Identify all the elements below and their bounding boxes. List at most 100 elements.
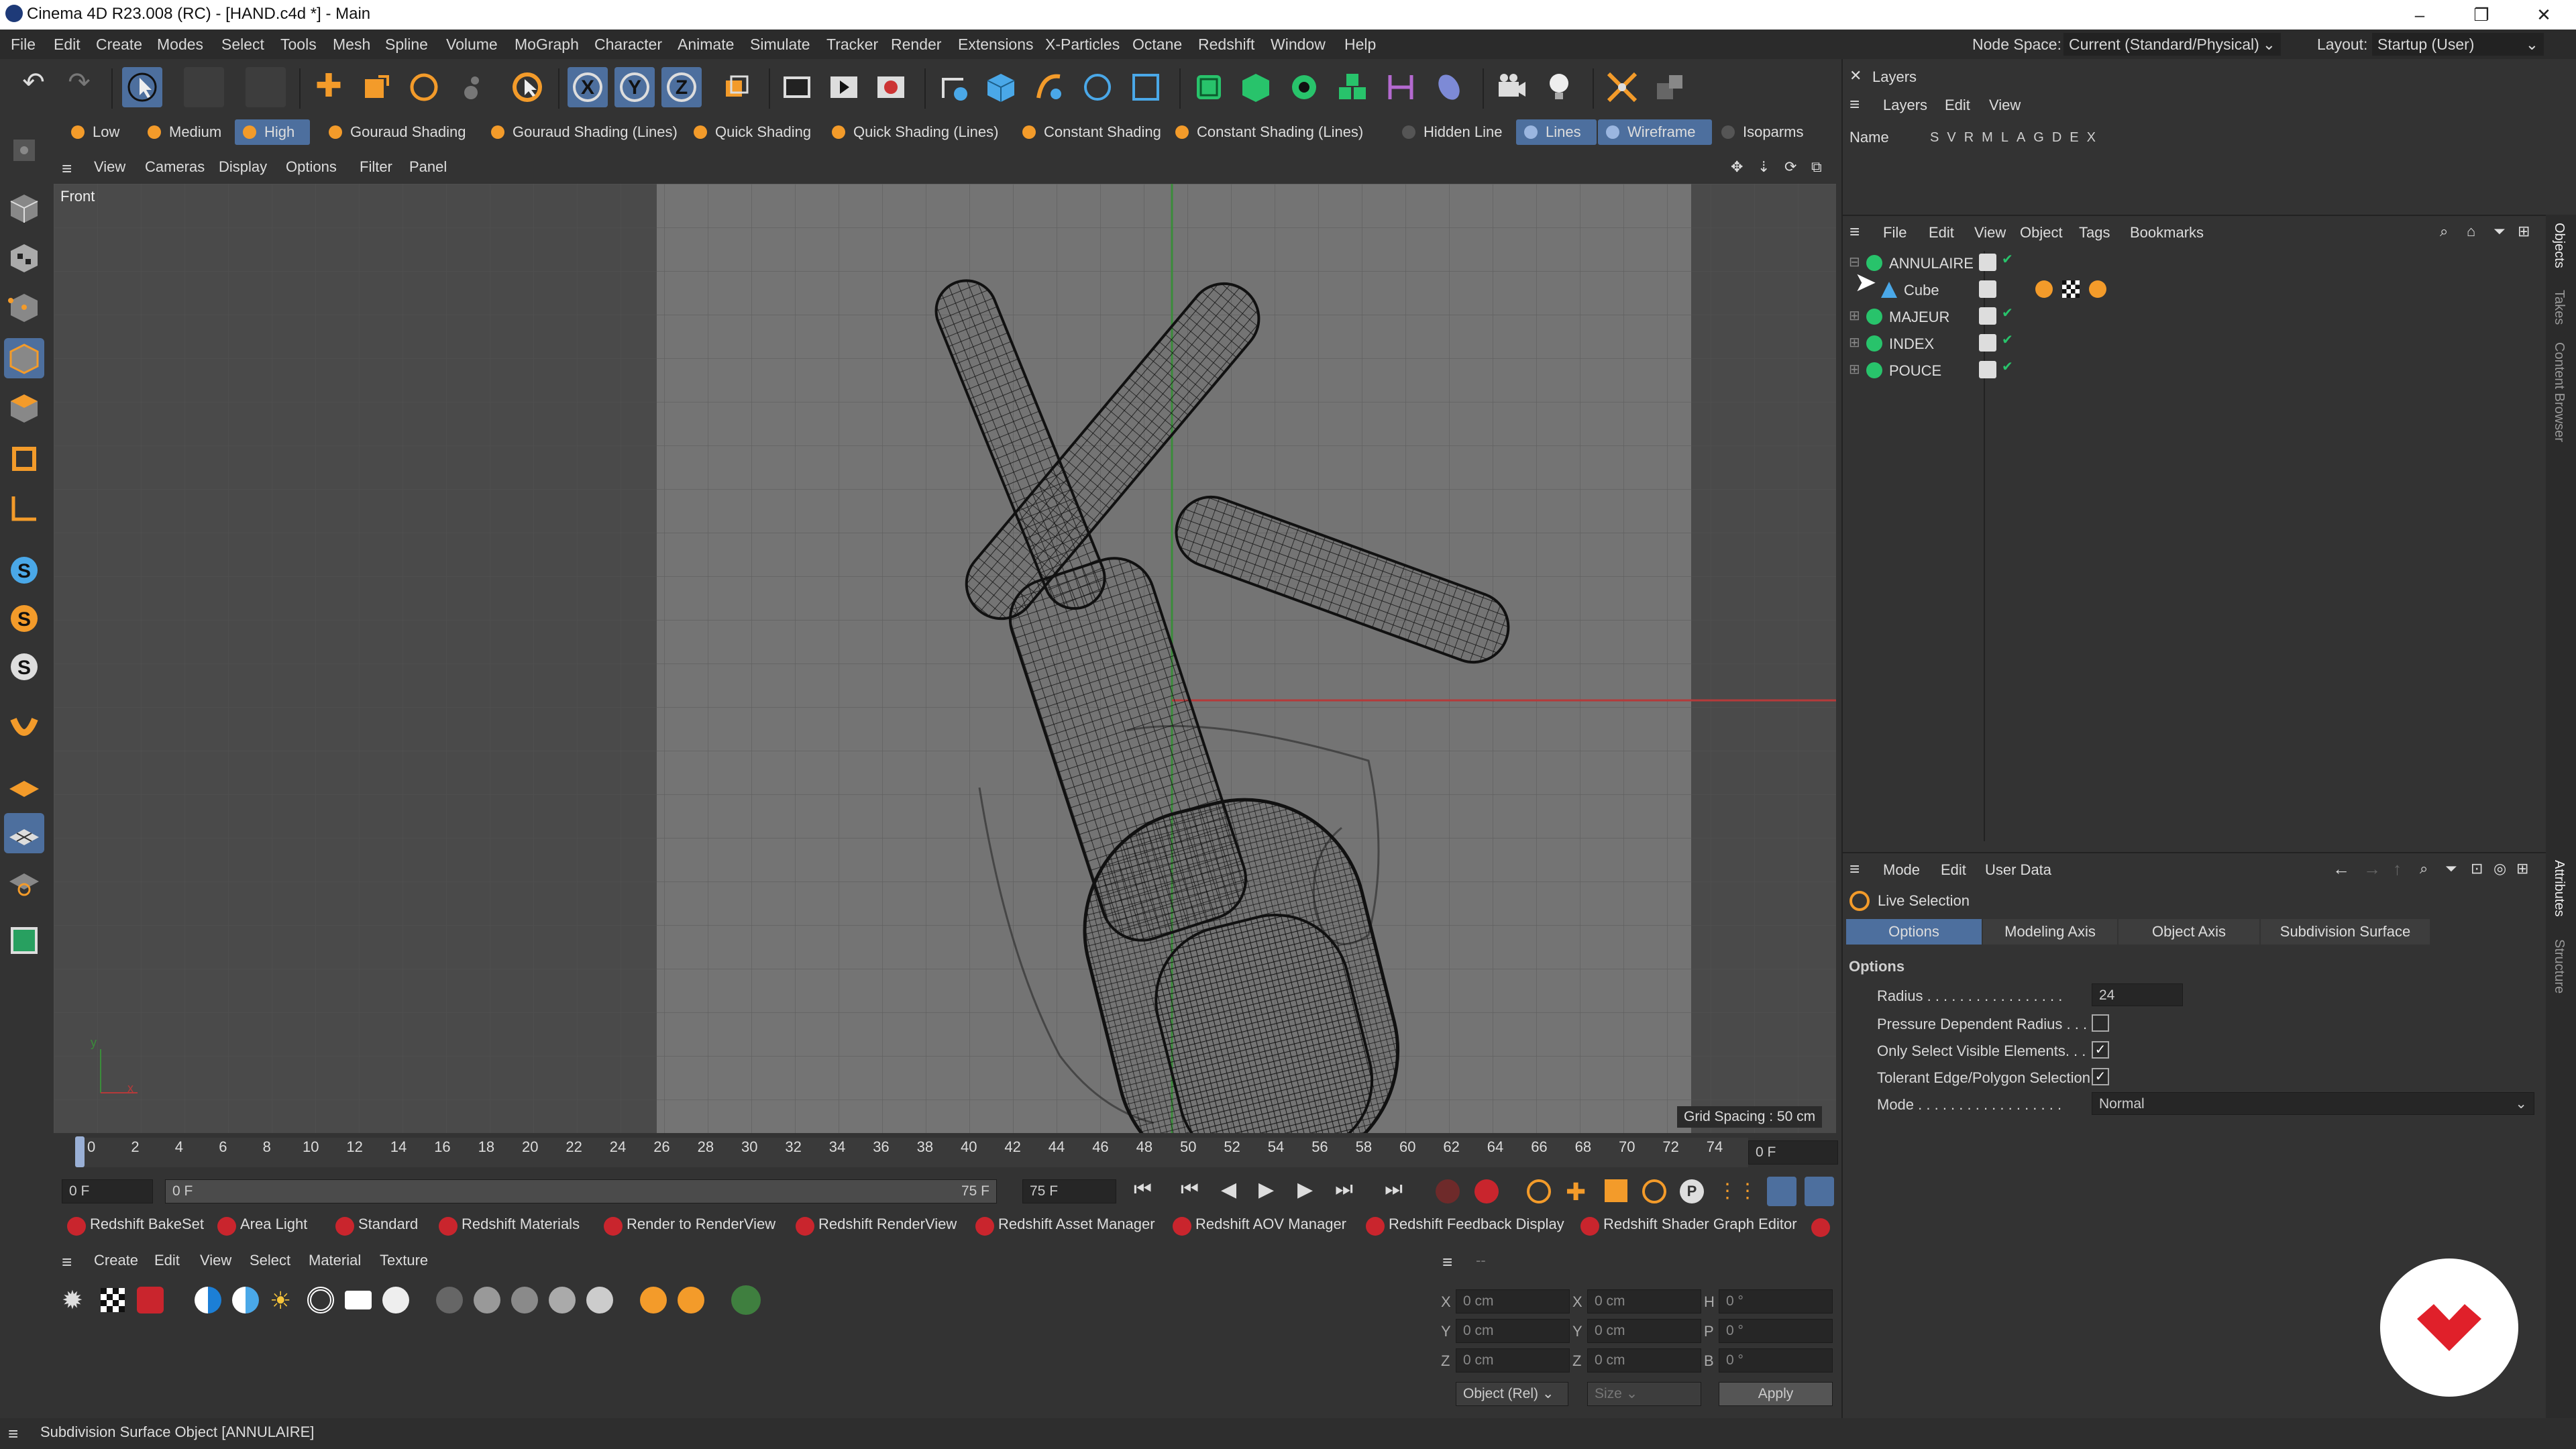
render-to-picture-viewer-icon[interactable] (824, 67, 864, 107)
enabled-check-icon[interactable]: ✔ (2002, 358, 2013, 375)
pos-z-field[interactable]: 0 cm (1456, 1348, 1570, 1373)
array-icon[interactable] (1332, 67, 1373, 107)
back-arrow-icon[interactable]: ← (2332, 859, 2350, 879)
menu-mesh[interactable]: Mesh (333, 36, 370, 54)
render-view-icon[interactable] (777, 67, 817, 107)
tab-content-browser[interactable]: Content Browser (2551, 342, 2567, 442)
area-light-button[interactable]: Area Light (212, 1216, 307, 1236)
timeline-playhead[interactable] (75, 1136, 85, 1167)
tab-structure[interactable]: Structure (2551, 939, 2567, 994)
redshift-extra-icon[interactable] (1811, 1218, 1830, 1237)
quick-shading-button[interactable]: Quick Shading (686, 119, 833, 145)
layers-menu-layers[interactable]: Layers (1883, 97, 1927, 114)
expand-icon[interactable]: ⊞ (1849, 361, 1860, 378)
apply-button[interactable]: Apply (1719, 1382, 1833, 1406)
layer-tag-icon[interactable] (1979, 307, 1996, 325)
circle-spline-icon[interactable] (1077, 67, 1118, 107)
pen-icon[interactable] (934, 67, 974, 107)
filter-icon[interactable]: ⏷ (2493, 223, 2506, 240)
attributes-menu-mode[interactable]: Mode (1883, 861, 1920, 879)
view-menu-panel[interactable]: Panel (409, 158, 447, 176)
coords-menu-icon[interactable]: ≡ (1442, 1252, 1452, 1273)
maximize-view-icon[interactable]: ⧉ (1811, 158, 1822, 176)
redshift-renderview-button[interactable]: Redshift RenderView (790, 1216, 957, 1236)
workplane-mode-icon[interactable] (4, 765, 44, 805)
object-row-index[interactable]: ⊞ INDEX ✔ (1846, 330, 2141, 357)
z-axis-icon[interactable]: Z (661, 67, 702, 107)
gouraud-shading-button[interactable]: Gouraud Shading (321, 119, 482, 145)
pan-view-icon[interactable]: ✥ (1731, 158, 1743, 176)
y-axis-icon[interactable]: Y (614, 67, 655, 107)
menu-window[interactable]: Window (1271, 36, 1326, 54)
wireframe-button[interactable]: Wireframe (1598, 119, 1712, 145)
tab-modeling-axis[interactable]: Modeling Axis (1983, 919, 2117, 945)
current-frame-field[interactable]: 0 F (1748, 1140, 1838, 1165)
node-material-2-icon[interactable] (678, 1287, 704, 1313)
attr-search-icon[interactable]: ⌕ (2420, 860, 2428, 877)
radius-field[interactable]: 24 (2092, 983, 2183, 1006)
pos-y-field[interactable]: 0 cm (1456, 1319, 1570, 1343)
layout-select[interactable]: Startup (User) ⌄ (2372, 33, 2544, 56)
model-mode-icon[interactable] (4, 188, 44, 228)
scene-nodes-icon[interactable] (4, 920, 44, 961)
menu-animate[interactable]: Animate (678, 36, 734, 54)
enabled-check-icon[interactable]: ✔ (2002, 331, 2013, 348)
scale-icon[interactable] (356, 67, 396, 107)
menu-modes[interactable]: Modes (157, 36, 203, 54)
rotate-icon[interactable] (404, 67, 444, 107)
material-menu-material[interactable]: Material (309, 1252, 361, 1269)
material-menu-create[interactable]: Create (94, 1252, 138, 1269)
home-icon[interactable]: ⌂ (2467, 223, 2475, 240)
polygons-mode-icon[interactable] (4, 388, 44, 428)
key-scale-icon[interactable] (1605, 1179, 1627, 1202)
attributes-menu-userdata[interactable]: User Data (1985, 861, 2051, 879)
goto-end-icon[interactable]: ⏭ (1385, 1178, 1411, 1205)
view-menu-display[interactable]: Display (219, 158, 267, 176)
render-settings-icon[interactable] (871, 67, 911, 107)
menu-xparticles[interactable]: X-Particles (1045, 36, 1120, 54)
objects-menu-object[interactable]: Object (2020, 224, 2063, 241)
cloner-icon[interactable] (1284, 67, 1324, 107)
recent-tool-icon[interactable] (451, 67, 491, 107)
minimize-button[interactable]: – (2390, 0, 2449, 30)
redshift-shader-graph-editor-button[interactable]: Redshift Shader Graph Editor (1575, 1216, 1797, 1236)
pressure-checkbox[interactable] (2092, 1014, 2109, 1032)
bend-deformer-icon[interactable] (1381, 67, 1421, 107)
zoom-view-icon[interactable]: ⇣ (1758, 158, 1770, 176)
up-arrow-icon[interactable]: ↑ (2393, 859, 2402, 879)
attributes-menu-edit[interactable]: Edit (1941, 861, 1966, 879)
menu-create[interactable]: Create (96, 36, 142, 54)
restore-button[interactable]: ❐ (2452, 0, 2511, 30)
interpolation-icon[interactable] (1767, 1177, 1796, 1206)
attr-target-icon[interactable]: ◎ (2493, 860, 2506, 877)
redo-icon[interactable]: ↷ (59, 67, 99, 107)
objects-menu-file[interactable]: File (1883, 224, 1907, 241)
view-menu-cameras[interactable]: Cameras (145, 158, 205, 176)
size-z-field[interactable]: 0 cm (1587, 1348, 1701, 1373)
expand-icon[interactable]: ⊞ (1849, 334, 1860, 351)
node-material-icon[interactable] (640, 1287, 667, 1313)
contrast-2-icon[interactable] (232, 1287, 259, 1313)
lod-high-button[interactable]: High (235, 119, 310, 145)
redshift-materials-button[interactable]: Redshift Materials (433, 1216, 580, 1236)
objects-menu-icon[interactable]: ≡ (1849, 221, 1860, 242)
x-axis-icon[interactable]: X (568, 67, 608, 107)
status-menu-icon[interactable]: ≡ (8, 1424, 18, 1444)
material-ball-2-icon[interactable] (474, 1287, 500, 1313)
menu-select[interactable]: Select (221, 36, 264, 54)
search-icon[interactable]: ⌕ (2440, 223, 2448, 240)
menu-tools[interactable]: Tools (280, 36, 317, 54)
forward-arrow-icon[interactable]: → (2363, 859, 2381, 879)
rot-h-field[interactable]: 0 ° (1719, 1289, 1833, 1313)
move-snap-icon[interactable] (184, 67, 224, 107)
lines-button[interactable]: Lines (1516, 119, 1597, 145)
viewport-front[interactable]: Front y x Grid Spacing : 50 cm (54, 184, 1836, 1133)
coordinate-system-icon[interactable] (715, 67, 755, 107)
tab-attributes[interactable]: Attributes (2551, 860, 2567, 916)
live-selection-tool-icon[interactable] (507, 67, 547, 107)
size-y-field[interactable]: 0 cm (1587, 1319, 1701, 1343)
make-editable-icon[interactable] (4, 130, 44, 170)
material-menu-select[interactable]: Select (250, 1252, 290, 1269)
extrude-icon[interactable] (1236, 67, 1276, 107)
lod-low-button[interactable]: Low (63, 119, 138, 145)
